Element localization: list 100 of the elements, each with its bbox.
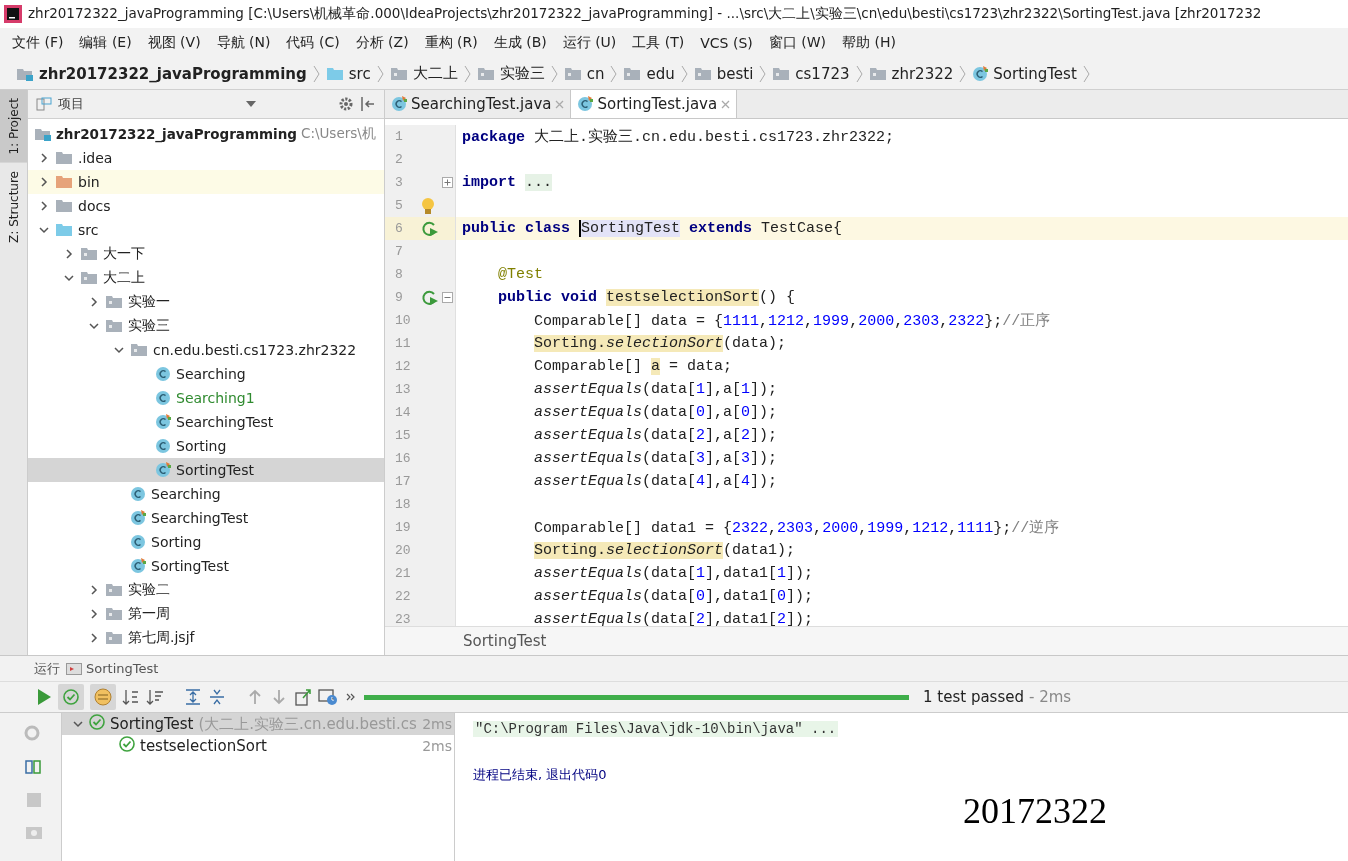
breadcrumb-item[interactable]: SortingTest xyxy=(968,62,1081,85)
test-class-icon xyxy=(577,96,594,112)
fold-expand-icon[interactable] xyxy=(441,177,453,188)
menu-item[interactable]: 视图 (V) xyxy=(139,32,209,54)
folder-name: 实验一 xyxy=(128,293,170,311)
tree-item[interactable]: SearchingTest xyxy=(28,506,384,530)
menu-item[interactable]: 编辑 (E) xyxy=(71,32,140,54)
package-icon xyxy=(772,66,791,81)
test-tree-item[interactable]: SortingTest (大二上.实验三.cn.edu.besti.cs 2ms xyxy=(62,713,454,735)
test-name: testselectionSort xyxy=(140,737,267,755)
run-tab[interactable]: SortingTest xyxy=(66,661,159,676)
menu-item[interactable]: 运行 (U) xyxy=(554,32,625,54)
tree-item[interactable]: cn.edu.besti.cs1723.zhr2322 xyxy=(28,338,384,362)
folder-name: src xyxy=(78,222,99,238)
run-gutter-icon[interactable] xyxy=(421,288,440,307)
toggle-icon[interactable] xyxy=(23,757,43,777)
menu-item[interactable]: 生成 (B) xyxy=(485,32,555,54)
menu-item[interactable]: 帮助 (H) xyxy=(834,32,904,54)
play-icon[interactable] xyxy=(36,688,52,706)
breadcrumb-item[interactable]: zhr20172322_javaProgramming xyxy=(12,62,311,85)
chevron-right-icon[interactable] xyxy=(88,632,100,644)
class-icon xyxy=(130,534,146,550)
tree-item[interactable]: 第七周.jsjf xyxy=(28,626,384,650)
line-number: 10 xyxy=(394,313,412,328)
menu-item[interactable]: 窗口 (W) xyxy=(760,32,834,54)
chevron-right-icon[interactable] xyxy=(88,584,100,596)
expand-all-icon[interactable] xyxy=(184,688,202,706)
class-name: Sorting xyxy=(176,438,227,454)
chevron-down-icon[interactable] xyxy=(63,272,75,284)
chevron-right-icon[interactable] xyxy=(38,200,50,212)
chevron-right-icon[interactable] xyxy=(63,248,75,260)
sort-alpha-icon[interactable] xyxy=(122,688,140,706)
class-name: SortingTest xyxy=(151,558,229,574)
tree-item[interactable]: SortingTest xyxy=(28,554,384,578)
menu-item[interactable]: 重构 (R) xyxy=(416,32,486,54)
tree-item[interactable]: Searching1 xyxy=(28,386,384,410)
folder-name: 大二上 xyxy=(103,269,145,287)
tree-item[interactable]: 实验三 xyxy=(28,314,384,338)
tree-item[interactable]: Sorting xyxy=(28,530,384,554)
collapse-all-icon[interactable] xyxy=(208,688,226,706)
chevron-right-icon[interactable] xyxy=(38,152,50,164)
lightbulb-icon[interactable] xyxy=(421,196,436,215)
test-tree-item[interactable]: testselectionSort 2ms xyxy=(62,735,454,757)
editor-breadcrumb[interactable]: SortingTest xyxy=(463,632,547,650)
tree-item[interactable]: .idea xyxy=(28,146,384,170)
chevron-down-icon[interactable] xyxy=(72,718,84,730)
collapse-panel-icon[interactable] xyxy=(360,96,376,112)
breadcrumb-item[interactable]: cs1723 xyxy=(768,62,854,85)
line-number: 11 xyxy=(394,336,412,351)
tool-window-tab[interactable]: Z: Structure xyxy=(0,162,27,251)
package-icon xyxy=(80,271,98,285)
chevron-right-icon[interactable] xyxy=(88,296,100,308)
fold-collapse-icon[interactable] xyxy=(441,292,453,303)
chevron-down-icon[interactable] xyxy=(38,224,50,236)
folder-name: 第一周 xyxy=(128,605,170,623)
tree-item[interactable]: SortingTest xyxy=(28,458,384,482)
tree-item[interactable]: Searching xyxy=(28,482,384,506)
tree-item[interactable]: 实验一 xyxy=(28,290,384,314)
breadcrumb-item[interactable]: besti xyxy=(689,62,758,85)
dropdown-caret-icon[interactable] xyxy=(246,100,256,108)
chevron-down-icon[interactable] xyxy=(88,320,100,332)
folder-name: .idea xyxy=(78,150,113,166)
tree-item[interactable]: bin xyxy=(28,170,384,194)
menu-item[interactable]: 文件 (F) xyxy=(4,32,72,54)
code-line: Comparable[] a = data; xyxy=(533,358,733,375)
tree-item[interactable]: SearchingTest xyxy=(28,410,384,434)
sort-duration-icon[interactable] xyxy=(146,688,164,706)
chevron-right-icon[interactable] xyxy=(88,608,100,620)
menu-item[interactable]: 代码 (C) xyxy=(278,32,348,54)
breadcrumb-item[interactable]: src xyxy=(321,62,375,85)
editor-tab[interactable]: SortingTest.java xyxy=(571,90,738,118)
breadcrumb-item[interactable]: 大二上 xyxy=(385,62,462,85)
tree-item[interactable]: 大二上 xyxy=(28,266,384,290)
app-logo-icon xyxy=(4,5,22,23)
breadcrumb-item[interactable]: cn xyxy=(559,62,609,85)
menu-item[interactable]: 分析 (Z) xyxy=(347,32,417,54)
history-icon[interactable] xyxy=(318,688,338,706)
chevron-right-icon[interactable] xyxy=(38,176,50,188)
menu-item[interactable]: 工具 (T) xyxy=(624,32,693,54)
line-number: 21 xyxy=(394,566,412,581)
export-icon[interactable] xyxy=(294,688,312,706)
tree-item[interactable]: 大一下 xyxy=(28,242,384,266)
package-icon xyxy=(389,66,408,81)
tree-item[interactable]: Sorting xyxy=(28,434,384,458)
breadcrumb-item[interactable]: edu xyxy=(619,62,679,85)
more-icon[interactable] xyxy=(346,692,356,702)
tree-item[interactable]: 第一周 xyxy=(28,602,384,626)
tree-item[interactable]: src xyxy=(28,218,384,242)
tree-item[interactable]: 实验二 xyxy=(28,578,384,602)
breadcrumb-item[interactable]: zhr2322 xyxy=(864,62,958,85)
tool-window-tab[interactable]: 1: Project xyxy=(0,90,27,163)
menu-item[interactable]: VCS (S) xyxy=(692,33,761,53)
tree-item[interactable]: Searching xyxy=(28,362,384,386)
settings-icon[interactable] xyxy=(338,96,354,112)
tree-item[interactable]: zhr20172322_javaProgramming C:\Users\机 xyxy=(28,122,384,146)
menu-item[interactable]: 导航 (N) xyxy=(208,32,279,54)
chevron-down-icon[interactable] xyxy=(113,344,125,356)
breadcrumb-item[interactable]: 实验三 xyxy=(472,62,549,85)
tree-item[interactable]: docs xyxy=(28,194,384,218)
run-gutter-icon[interactable] xyxy=(421,219,440,238)
